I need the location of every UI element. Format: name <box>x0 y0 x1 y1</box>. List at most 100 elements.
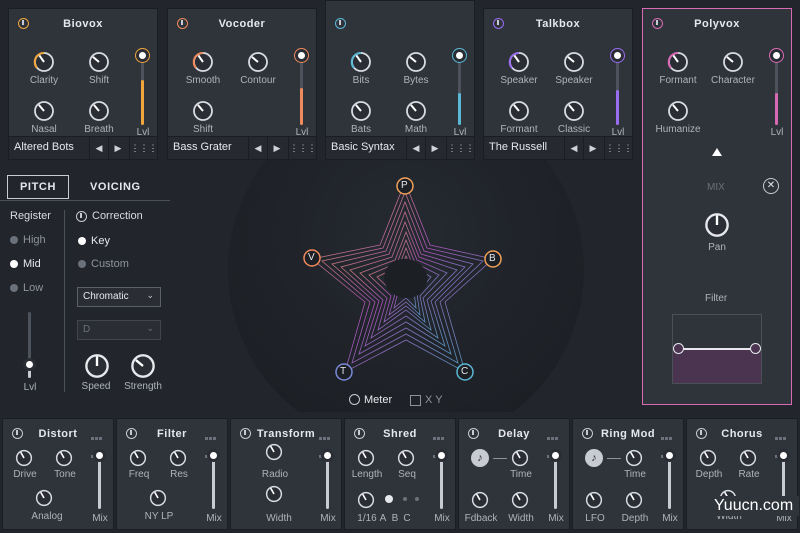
module-0-mix-slider[interactable] <box>93 449 106 509</box>
module-4-knob-0[interactable] <box>511 449 529 467</box>
vocal-3-knob-2[interactable] <box>508 100 530 122</box>
vocal-1-knob-0[interactable] <box>192 51 214 73</box>
vocal-0-knob-2[interactable] <box>33 100 55 122</box>
vocal-3-lvl-slider[interactable] <box>611 49 624 125</box>
drag-handle-icon[interactable] <box>547 428 561 458</box>
vocal-0-preset-name[interactable]: Altered Bots <box>14 141 74 153</box>
vocal-3-preset-name[interactable]: The Russell <box>489 141 547 153</box>
mixer-settings-icon[interactable]: ⋮⋮⋮ <box>288 137 317 159</box>
vocal-2-preset-name[interactable]: Basic Syntax <box>331 141 395 153</box>
vocal-2-preset-bar[interactable]: Basic Syntax ◀ ▶ ⋮⋮⋮ <box>326 136 475 159</box>
register-mid-radio[interactable] <box>10 260 18 268</box>
collapse-arrow-icon[interactable] <box>712 148 722 156</box>
vocal-0-knob-1[interactable] <box>88 51 110 73</box>
vocal-0-preset-bar[interactable]: Altered Bots ◀ ▶ ⋮⋮⋮ <box>9 136 158 159</box>
prev-preset-icon[interactable]: ◀ <box>248 137 267 159</box>
module-6-knob-0[interactable] <box>699 449 717 467</box>
pitch-lvl-slider[interactable] <box>23 312 36 378</box>
vocal-2-power-icon[interactable] <box>335 18 346 29</box>
vocal-1-knob-1[interactable] <box>247 51 269 73</box>
drag-handle-icon[interactable] <box>319 428 333 458</box>
module-5-knob-0[interactable] <box>625 449 643 467</box>
drag-handle-icon[interactable] <box>775 428 789 458</box>
vocal-0-knob-3[interactable] <box>88 100 110 122</box>
next-preset-icon[interactable]: ▶ <box>583 137 602 159</box>
module-4-knob-1[interactable] <box>471 491 489 509</box>
speed-knob[interactable] <box>84 353 110 379</box>
tab-voicing[interactable]: VOICING <box>90 181 141 193</box>
mixer-settings-icon[interactable]: ⋮⋮⋮ <box>129 137 158 159</box>
vocal-2-knob-1[interactable] <box>405 51 427 73</box>
vocal-1-knob-2[interactable] <box>192 100 214 122</box>
drag-handle-icon[interactable] <box>433 428 447 458</box>
vocal-4-knob-1[interactable] <box>722 51 744 73</box>
note-sync-icon[interactable]: ♪ <box>471 449 489 467</box>
module-0-knob-0[interactable] <box>15 449 33 467</box>
vocal-4-knob-0[interactable] <box>667 51 689 73</box>
module-6-knob-1[interactable] <box>739 449 757 467</box>
vocal-1-preset-name[interactable]: Bass Grater <box>173 141 232 153</box>
vocal-2-knob-0[interactable] <box>350 51 372 73</box>
next-preset-icon[interactable]: ▶ <box>108 137 127 159</box>
module-3-mix-slider[interactable] <box>435 449 448 509</box>
filter-graph[interactable] <box>672 314 762 384</box>
vocal-3-preset-bar[interactable]: The Russell ◀ ▶ ⋮⋮⋮ <box>484 136 633 159</box>
center-visualizer[interactable]: P B C T V Meter X Y <box>175 92 637 448</box>
vocal-3-knob-1[interactable] <box>563 51 585 73</box>
meter-label[interactable]: Meter <box>364 394 392 406</box>
prev-preset-icon[interactable]: ◀ <box>89 137 108 159</box>
pan-knob[interactable] <box>704 212 730 238</box>
correction-power-icon[interactable] <box>76 211 87 222</box>
module-1-mix-slider[interactable] <box>207 449 220 509</box>
seq-dots-icon[interactable] <box>385 495 393 503</box>
module-3-knob-1[interactable] <box>397 449 415 467</box>
module-1-knob-2[interactable] <box>149 489 167 507</box>
vocal-2-knob-3[interactable] <box>405 100 427 122</box>
vocal-1-lvl-slider[interactable] <box>295 49 308 125</box>
module-3-knob-2[interactable] <box>357 491 375 509</box>
close-icon[interactable]: ✕ <box>763 178 779 194</box>
module-2-knob-1[interactable] <box>265 485 283 503</box>
filter-handle-right[interactable] <box>750 343 761 354</box>
drag-handle-icon[interactable] <box>91 428 105 458</box>
register-low-radio[interactable] <box>10 284 18 292</box>
module-0-knob-2[interactable] <box>35 489 53 507</box>
mixer-settings-icon[interactable]: ⋮⋮⋮ <box>604 137 633 159</box>
module-3-label-4[interactable]: B <box>392 513 399 524</box>
note-sync-icon[interactable]: ♪ <box>585 449 603 467</box>
vocal-4-lvl-slider[interactable] <box>770 49 783 125</box>
vocal-3-knob-0[interactable] <box>508 51 530 73</box>
xy-grid-icon[interactable] <box>410 395 421 406</box>
xy-label[interactable]: X Y <box>425 394 443 406</box>
vocal-1-preset-bar[interactable]: Bass Grater ◀ ▶ ⋮⋮⋮ <box>168 136 317 159</box>
seq-dots-icon[interactable] <box>403 497 407 501</box>
mixer-settings-icon[interactable]: ⋮⋮⋮ <box>446 137 475 159</box>
scale-select[interactable]: Chromatic ⌄ <box>77 287 161 307</box>
module-3-knob-0[interactable] <box>357 449 375 467</box>
prev-preset-icon[interactable]: ◀ <box>564 137 583 159</box>
module-1-knob-0[interactable] <box>129 449 147 467</box>
vocal-2-knob-2[interactable] <box>350 100 372 122</box>
drag-handle-icon[interactable] <box>205 428 219 458</box>
filter-handle-left[interactable] <box>673 343 684 354</box>
module-4-knob-2[interactable] <box>511 491 529 509</box>
correction-key-radio[interactable] <box>78 237 86 245</box>
module-2-knob-0[interactable] <box>265 443 283 461</box>
vocal-3-knob-3[interactable] <box>563 100 585 122</box>
register-high-radio[interactable] <box>10 236 18 244</box>
correction-custom-radio[interactable] <box>78 260 86 268</box>
seq-dots-icon[interactable] <box>415 497 419 501</box>
module-3-label-5[interactable]: C <box>403 513 410 524</box>
drag-handle-icon[interactable] <box>661 428 675 458</box>
module-3-label-3[interactable]: A <box>380 513 387 524</box>
vocal-0-knob-0[interactable] <box>33 51 55 73</box>
vocal-4-knob-2[interactable] <box>667 100 689 122</box>
meter-icon[interactable] <box>349 394 360 405</box>
strength-knob[interactable] <box>130 353 156 379</box>
module-4-mix-slider[interactable] <box>549 449 562 509</box>
vocal-2-lvl-slider[interactable] <box>453 49 466 125</box>
key-select[interactable]: D ⌄ <box>77 320 161 340</box>
module-5-knob-2[interactable] <box>625 491 643 509</box>
module-2-mix-slider[interactable] <box>321 449 334 509</box>
module-0-knob-1[interactable] <box>55 449 73 467</box>
